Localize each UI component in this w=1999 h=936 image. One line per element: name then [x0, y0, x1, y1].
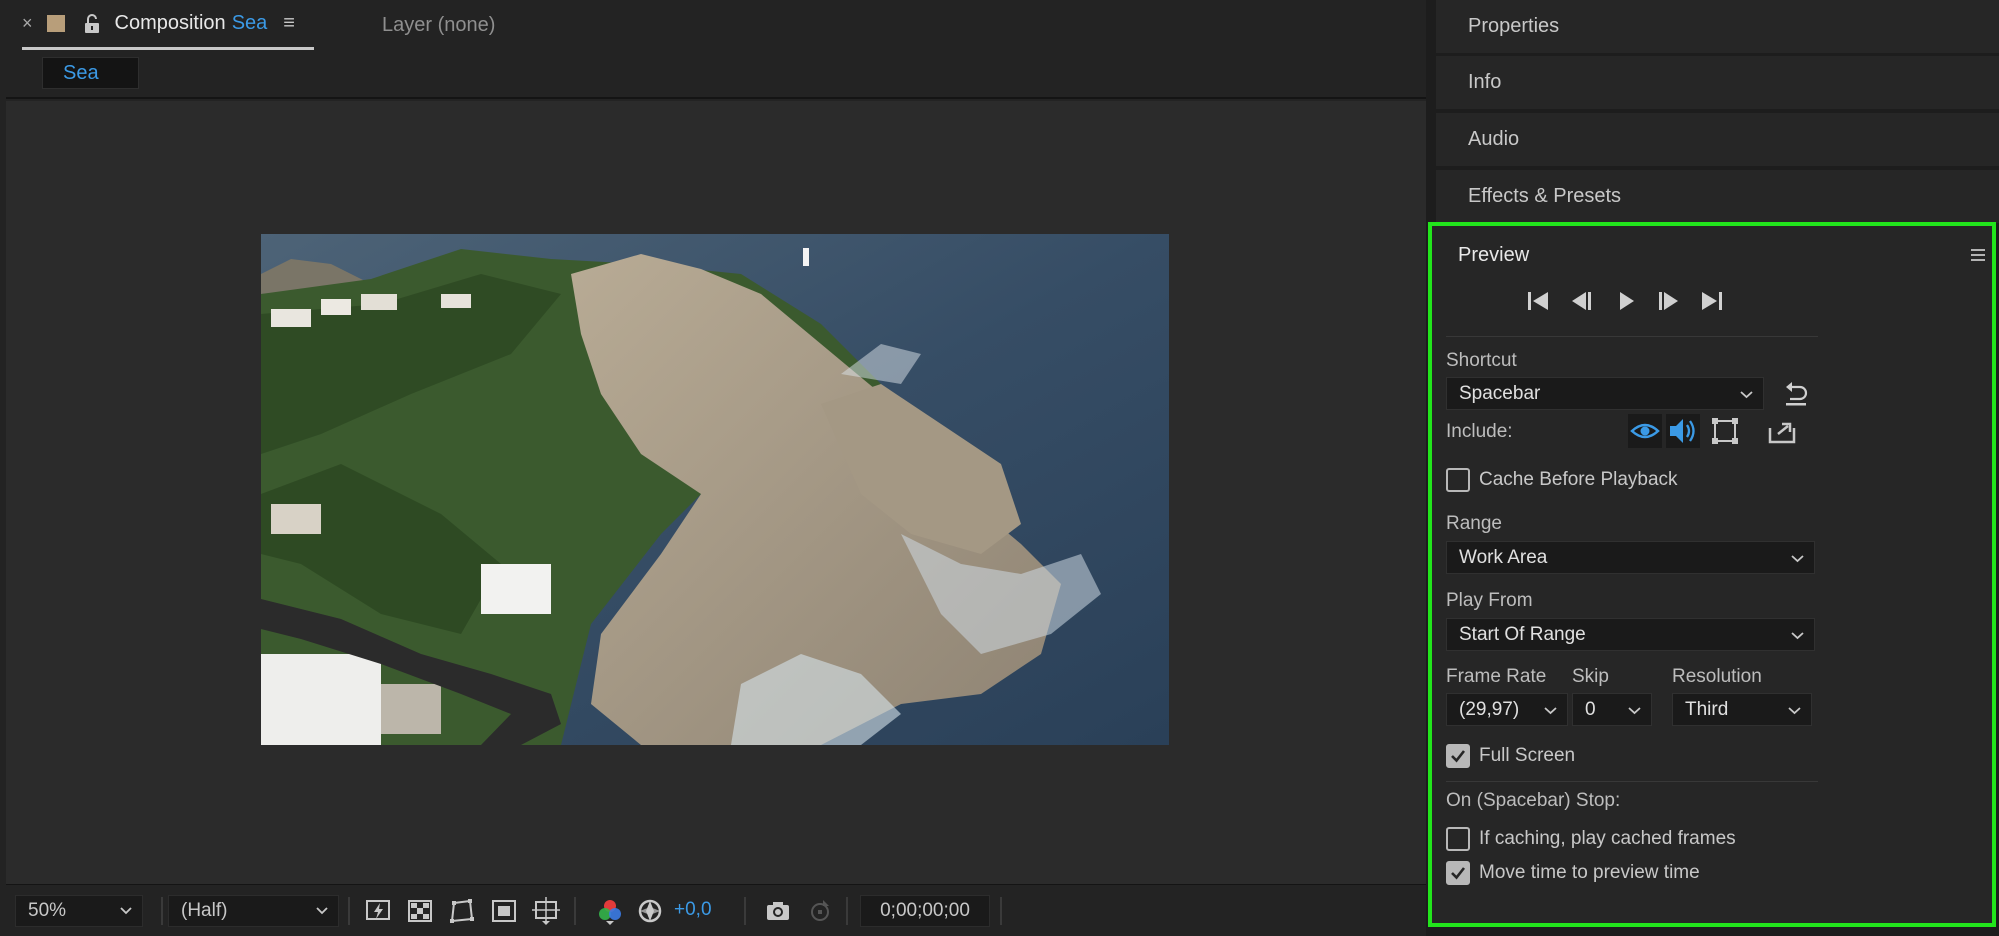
close-tab-icon[interactable]: × — [22, 13, 33, 34]
channel-rgb-icon[interactable] — [596, 897, 624, 925]
panel-menu-icon[interactable] — [1970, 248, 1986, 262]
chevron-down-icon — [1544, 707, 1557, 715]
chevron-down-icon — [1628, 707, 1641, 715]
frame-rate-label: Frame Rate — [1446, 666, 1547, 687]
snapshot-camera-icon[interactable] — [764, 897, 792, 925]
play-from-label: Play From — [1446, 590, 1533, 611]
play-from-dropdown[interactable]: Start Of Range — [1446, 618, 1815, 651]
preview-resolution-value: Third — [1685, 698, 1729, 720]
shortcut-dropdown[interactable]: Spacebar — [1446, 377, 1764, 410]
preview-panel-title[interactable]: Preview — [1458, 244, 1529, 267]
label-color-swatch[interactable] — [46, 15, 65, 32]
toolbar-divider — [348, 897, 350, 925]
move-time-label: Move time to preview time — [1479, 862, 1700, 883]
panel-effects-presets[interactable]: Effects & Presets — [1436, 170, 1999, 223]
chevron-down-icon — [120, 907, 132, 915]
next-frame-icon[interactable] — [1654, 288, 1682, 314]
checkbox-box[interactable] — [1446, 827, 1470, 851]
cache-before-playback-label: Cache Before Playback — [1479, 469, 1678, 490]
cache-before-playback-checkbox[interactable]: Cache Before Playback — [1446, 467, 1678, 493]
shortcut-label: Shortcut — [1446, 350, 1517, 371]
transparency-grid-icon[interactable] — [406, 897, 434, 925]
chevron-down-icon — [1791, 555, 1804, 563]
range-value: Work Area — [1459, 546, 1548, 568]
play-icon[interactable] — [1612, 288, 1640, 314]
current-time-display[interactable]: 0;00;00;00 — [860, 895, 990, 927]
mask-visibility-icon[interactable] — [448, 897, 476, 925]
toolbar-divider — [161, 897, 163, 925]
panel-info[interactable]: Info — [1436, 56, 1999, 109]
chevron-down-icon — [1791, 632, 1804, 640]
range-dropdown[interactable]: Work Area — [1446, 541, 1815, 574]
composition-tab[interactable]: × Composition Sea ≡ — [22, 0, 314, 50]
skip-dropdown[interactable]: 0 — [1572, 693, 1652, 726]
exposure-value[interactable]: +0,0 — [674, 899, 712, 921]
unlock-icon[interactable] — [83, 13, 101, 34]
chevron-down-icon — [1740, 391, 1753, 399]
composition-tab-name: Sea — [231, 12, 268, 34]
zoom-value: 50% — [28, 900, 67, 921]
skip-label: Skip — [1572, 666, 1609, 687]
checkbox-box[interactable] — [1446, 744, 1470, 768]
shortcut-value: Spacebar — [1459, 382, 1541, 404]
preview-panel: Preview Shortcut Spacebar Include: Cache… — [1428, 222, 1996, 927]
toolbar-divider — [1000, 897, 1002, 925]
resolution-label: Resolution — [1672, 666, 1762, 687]
viewer-bottom-toolbar: 50% (Half) +0,0 0;00;00;00 — [6, 884, 1426, 936]
move-time-checkbox[interactable]: Move time to preview time — [1446, 860, 1700, 886]
include-toggles — [1628, 414, 1818, 450]
play-from-value: Start Of Range — [1459, 623, 1586, 645]
checkmark-icon — [1451, 750, 1466, 763]
composition-viewer: × Composition Sea ≡ Layer (none) Sea 50%… — [0, 0, 1426, 936]
frame-rate-value: (29,97) — [1459, 698, 1520, 720]
full-screen-checkbox[interactable]: Full Screen — [1446, 743, 1575, 769]
fast-preview-icon[interactable] — [364, 897, 392, 925]
checkbox-box[interactable] — [1446, 861, 1470, 885]
toolbar-divider — [574, 897, 576, 925]
viewer-tab-bar: × Composition Sea ≡ Layer (none) — [0, 0, 1426, 52]
transport-controls — [1524, 288, 1724, 314]
toolbar-divider — [744, 897, 746, 925]
preview-resolution-dropdown[interactable]: Third — [1672, 693, 1812, 726]
range-label: Range — [1446, 513, 1502, 534]
skip-value: 0 — [1585, 698, 1596, 720]
toolbar-divider — [846, 897, 848, 925]
grid-guides-icon[interactable] — [532, 897, 560, 925]
checkbox-box[interactable] — [1446, 468, 1470, 492]
reset-exposure-icon[interactable] — [636, 897, 664, 925]
viewer-canvas[interactable] — [6, 101, 1426, 884]
if-caching-label: If caching, play cached frames — [1479, 828, 1736, 849]
composition-navigator-bar: Sea — [6, 52, 1426, 99]
layer-tab[interactable]: Layer (none) — [382, 0, 495, 50]
divider — [1446, 781, 1818, 782]
frame-rate-dropdown[interactable]: (29,97) — [1446, 693, 1568, 726]
resolution-value: (Half) — [181, 900, 228, 921]
resolution-dropdown[interactable]: (Half) — [168, 895, 339, 927]
region-of-interest-icon[interactable] — [490, 897, 518, 925]
zoom-dropdown[interactable]: 50% — [15, 895, 143, 927]
first-frame-icon[interactable] — [1524, 288, 1552, 314]
composition-frame-image — [261, 234, 1169, 745]
chevron-down-icon — [316, 907, 328, 915]
previous-frame-icon[interactable] — [1568, 288, 1596, 314]
last-frame-icon[interactable] — [1698, 288, 1726, 314]
composition-breadcrumb-chip[interactable]: Sea — [42, 57, 139, 89]
divider — [1446, 336, 1818, 337]
include-video-eye-icon[interactable] — [1628, 414, 1662, 448]
composition-tab-title: Composition — [114, 12, 226, 34]
include-overlays-icon[interactable] — [1708, 414, 1742, 448]
panel-audio[interactable]: Audio — [1436, 113, 1999, 166]
panel-properties[interactable]: Properties — [1436, 0, 1999, 53]
include-audio-speaker-icon[interactable] — [1666, 414, 1700, 448]
on-stop-label: On (Spacebar) Stop: — [1446, 790, 1621, 811]
external-video-output-icon[interactable] — [1766, 414, 1800, 448]
show-snapshot-icon[interactable] — [806, 897, 834, 925]
chevron-down-icon — [1788, 707, 1801, 715]
include-label: Include: — [1446, 421, 1513, 442]
reset-shortcut-icon[interactable] — [1782, 381, 1810, 407]
tab-menu-icon[interactable]: ≡ — [283, 12, 295, 35]
if-caching-checkbox[interactable]: If caching, play cached frames — [1446, 826, 1736, 852]
checkmark-icon — [1451, 867, 1466, 880]
full-screen-label: Full Screen — [1479, 745, 1576, 766]
